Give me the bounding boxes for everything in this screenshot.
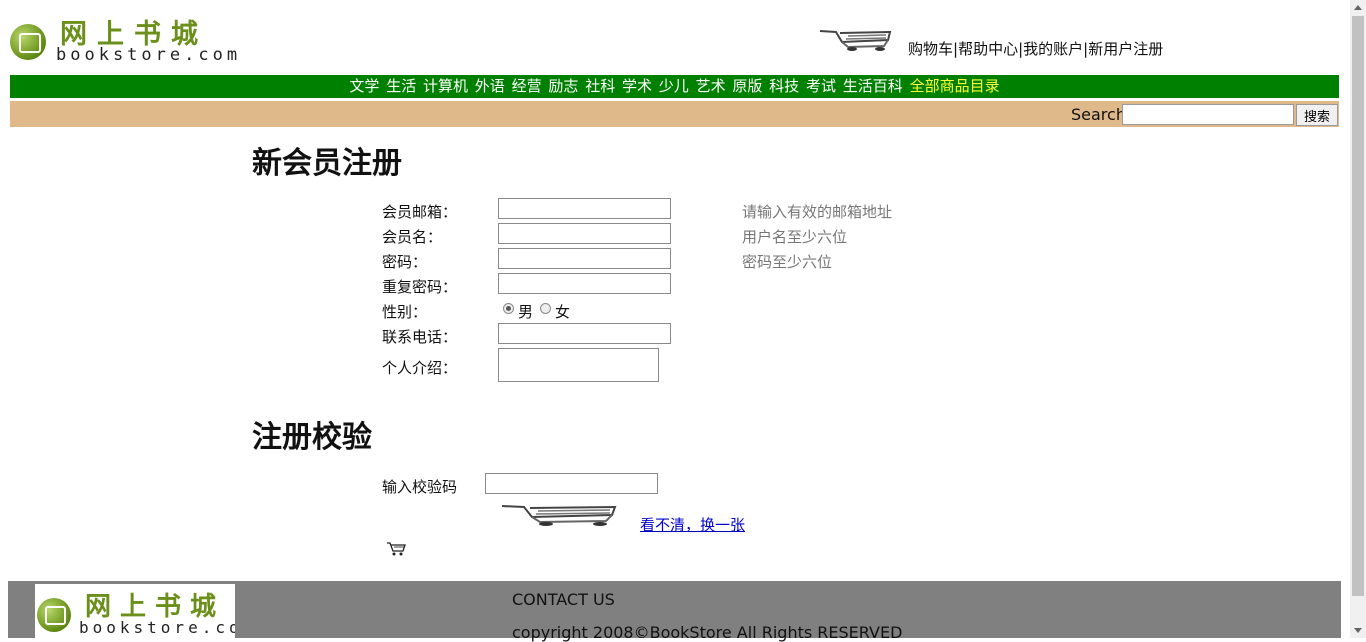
email-label: 会员邮箱：: [382, 203, 458, 221]
nav-item-children[interactable]: 少儿: [659, 77, 689, 95]
username-field[interactable]: [498, 223, 671, 244]
nav-item-encyclopedia[interactable]: 生活百科: [843, 77, 903, 95]
repeat-password-label: 重复密码：: [382, 278, 458, 296]
phone-field[interactable]: [498, 323, 671, 344]
footer-logo: 网上书城 bookstore.com: [35, 584, 235, 638]
intro-textarea[interactable]: [498, 348, 659, 382]
contact-us: CONTACT US: [512, 590, 615, 609]
password-label: 密码：: [382, 253, 428, 271]
email-hint: 请输入有效的邮箱地址: [742, 203, 893, 221]
logo-english-text: bookstore.com: [56, 45, 242, 65]
nav-item-art[interactable]: 艺术: [696, 77, 726, 95]
shopping-cart-icon: [819, 30, 892, 51]
page-scrollbar[interactable]: [1350, 0, 1366, 638]
search-button[interactable]: 搜索: [1296, 104, 1338, 126]
search-input[interactable]: [1122, 104, 1294, 125]
copyright: copyright 2008©BookStore All Rights RESE…: [512, 623, 903, 642]
nav-item-business[interactable]: 经营: [512, 77, 542, 95]
nav-item-foreign-language[interactable]: 外语: [475, 77, 505, 95]
register-link[interactable]: 新用户注册: [1088, 40, 1163, 58]
nav-item-literature[interactable]: 文学: [349, 77, 379, 95]
scroll-up-icon[interactable]: [1354, 5, 1362, 10]
gender-male-radio[interactable]: [503, 303, 514, 314]
site-logo: 网上书城 bookstore.com: [10, 12, 237, 68]
help-center-link[interactable]: 帮助中心: [958, 40, 1018, 58]
verify-code-field[interactable]: [485, 473, 658, 494]
scroll-down-icon[interactable]: [1354, 628, 1362, 633]
gender-female-label: 女: [555, 303, 571, 321]
logo-emblem-icon: [10, 24, 46, 60]
register-title: 新会员注册: [252, 146, 402, 181]
gender-label: 性别：: [382, 303, 428, 321]
nav-item-life[interactable]: 生活: [386, 77, 416, 95]
verify-title: 注册校验: [252, 420, 372, 455]
captcha-image: [501, 505, 617, 526]
password-hint: 密码至少六位: [742, 253, 833, 271]
my-account-link[interactable]: 我的账户: [1023, 40, 1083, 58]
phone-label: 联系电话：: [382, 328, 458, 346]
nav-item-inspiration[interactable]: 励志: [548, 77, 578, 95]
top-links: 购物车|帮助中心|我的账户|新用户注册: [908, 38, 1163, 59]
gender-male-label: 男: [518, 303, 534, 321]
nav-item-computer[interactable]: 计算机: [423, 77, 468, 95]
nav-item-social-science[interactable]: 社科: [585, 77, 615, 95]
username-label: 会员名：: [382, 228, 443, 246]
submit-cart-icon[interactable]: [386, 541, 406, 557]
username-hint: 用户名至少六位: [742, 228, 848, 246]
footer-logo-english-text: bookstore.com: [79, 618, 235, 637]
password-field[interactable]: [498, 248, 671, 269]
email-field[interactable]: [498, 198, 671, 219]
search-label: Search: [1071, 105, 1126, 124]
nav-item-exam[interactable]: 考试: [806, 77, 836, 95]
category-nav: 文学 生活 计算机 外语 经营 励志 社科 学术 少儿 艺术 原版 科技 考试 …: [10, 75, 1339, 98]
nav-item-technology[interactable]: 科技: [769, 77, 799, 95]
intro-label: 个人介绍：: [382, 359, 458, 377]
refresh-captcha-link[interactable]: 看不清，换一张: [640, 514, 745, 535]
gender-female-radio[interactable]: [540, 303, 551, 314]
nav-item-all-products[interactable]: 全部商品目录: [910, 77, 1000, 95]
nav-item-academic[interactable]: 学术: [622, 77, 652, 95]
footer-logo-emblem-icon: [37, 598, 71, 632]
cart-link[interactable]: 购物车: [908, 40, 953, 58]
scrollbar-thumb[interactable]: [1352, 16, 1364, 596]
nav-item-original[interactable]: 原版: [732, 77, 762, 95]
verify-code-label: 输入校验码: [382, 478, 458, 496]
repeat-password-field[interactable]: [498, 273, 671, 294]
